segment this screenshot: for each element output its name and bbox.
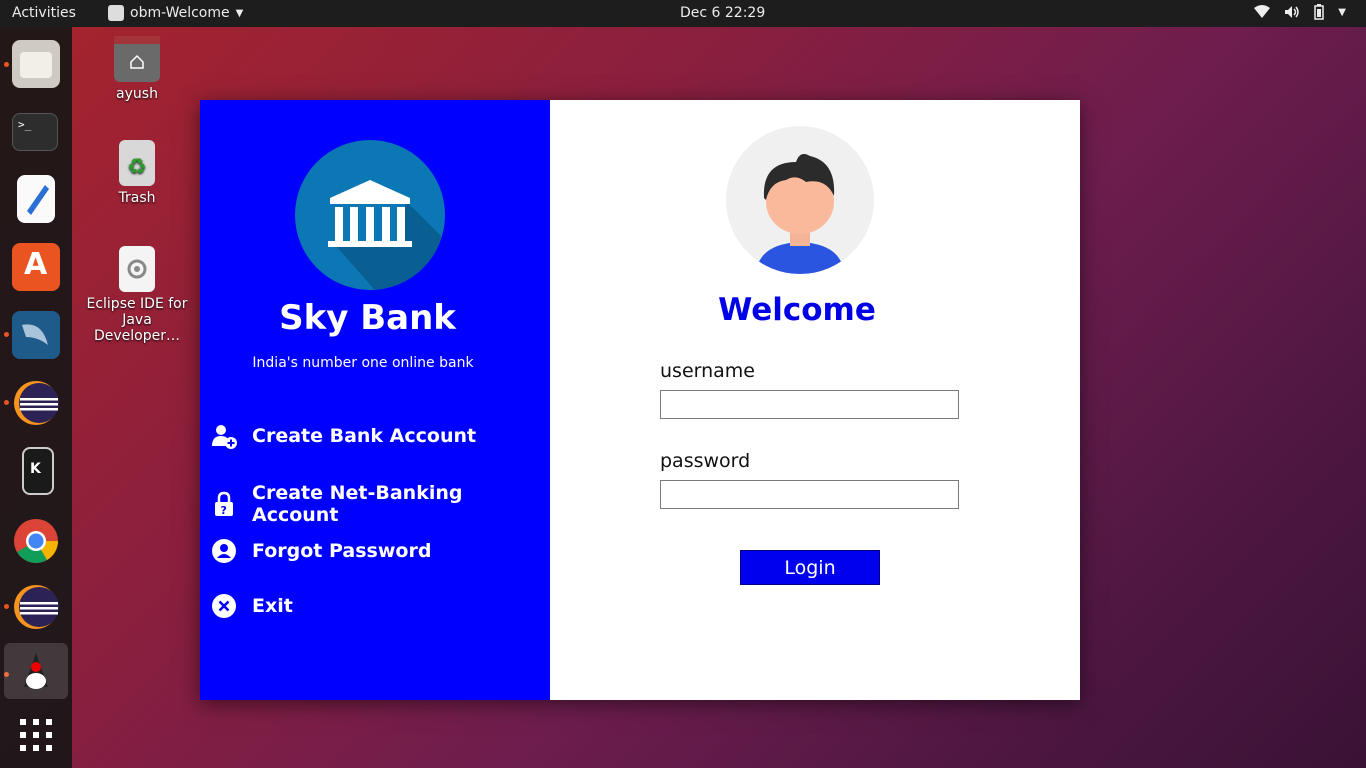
- clock[interactable]: Dec 6 22:29: [680, 5, 765, 21]
- desktop-icon-label-line1: Eclipse IDE for: [86, 296, 188, 312]
- running-indicator: [4, 400, 9, 405]
- menu-item-label: Create Net-Banking Account: [252, 482, 463, 526]
- eclipse-icon[interactable]: [12, 379, 60, 427]
- bank-logo: [295, 140, 445, 290]
- desktop-eclipse-launcher[interactable]: Eclipse IDE for Java Developer…: [77, 246, 197, 344]
- java-app-dock-icon[interactable]: [12, 647, 60, 695]
- create-net-banking-account-button[interactable]: ? Create Net-Banking Account: [210, 482, 550, 526]
- terminal-icon[interactable]: >_: [12, 113, 58, 151]
- sidebar-panel: Sky Bank India's number one online bank …: [200, 100, 550, 700]
- app-window: Sky Bank India's number one online bank …: [200, 100, 1080, 700]
- home-folder-icon: [114, 36, 160, 82]
- forgot-password-button[interactable]: Forgot Password: [210, 537, 431, 565]
- desktop-trash[interactable]: ♻ Trash: [77, 140, 197, 206]
- battery-icon: [1314, 4, 1325, 20]
- bank-building-icon: [328, 180, 445, 290]
- power-menu-caret-icon: ▼: [1338, 6, 1346, 18]
- desktop-icon-label-line2: Java Developer…: [93, 312, 180, 344]
- top-bar: Activities obm-Welcome ▼ Dec 6 22:29 ▼: [0, 0, 1366, 27]
- mysql-workbench-icon[interactable]: [12, 311, 60, 359]
- user-circle-icon: [212, 539, 236, 563]
- menu-item-label: Create Bank Account: [252, 425, 477, 447]
- chevron-down-icon: ▼: [235, 7, 244, 19]
- welcome-heading: Welcome: [718, 292, 876, 328]
- software-center-icon[interactable]: A: [12, 243, 60, 291]
- login-panel: Welcome username password Login: [550, 100, 1080, 700]
- menu-item-label: Exit: [252, 595, 293, 617]
- volume-icon: [1285, 6, 1300, 18]
- running-indicator: [4, 332, 9, 337]
- show-applications-icon[interactable]: [18, 717, 54, 753]
- wifi-icon: [1254, 5, 1271, 18]
- app-menu[interactable]: obm-Welcome ▼: [108, 5, 243, 21]
- running-indicator: [4, 604, 9, 609]
- login-button[interactable]: Login: [740, 550, 880, 585]
- kde-connect-icon[interactable]: K: [22, 447, 54, 495]
- eclipse-launcher-icon: [119, 246, 155, 292]
- avatar-icon: [756, 154, 844, 274]
- bank-name: Sky Bank: [279, 298, 456, 338]
- eclipse-2-icon[interactable]: [12, 583, 60, 631]
- files-icon[interactable]: [12, 40, 60, 88]
- running-indicator: [4, 62, 9, 67]
- close-circle-icon: [212, 594, 236, 618]
- dock: >_ A K: [0, 27, 72, 768]
- svg-text:♻: ♻: [127, 155, 147, 180]
- menu-item-label: Forgot Password: [252, 540, 432, 562]
- exit-button[interactable]: Exit: [210, 592, 293, 620]
- username-input[interactable]: [660, 390, 959, 419]
- desktop-icon-label: ayush: [116, 86, 158, 102]
- username-label: username: [660, 360, 755, 382]
- trash-icon: ♻: [119, 140, 155, 186]
- app-menu-label: obm-Welcome: [130, 5, 230, 21]
- chrome-icon[interactable]: [12, 517, 60, 565]
- desktop-icon-label: Trash: [118, 190, 156, 206]
- lock-question-icon: ?: [215, 491, 233, 517]
- svg-text:?: ?: [221, 504, 227, 517]
- activities-button[interactable]: Activities: [12, 5, 76, 21]
- desktop-home-folder[interactable]: ayush: [77, 36, 197, 102]
- bank-tagline: India's number one online bank: [252, 355, 474, 371]
- add-user-icon: [212, 425, 237, 449]
- java-app-icon: [108, 5, 124, 21]
- create-bank-account-button[interactable]: Create Bank Account: [210, 422, 476, 450]
- user-avatar: [726, 126, 874, 274]
- password-label: password: [660, 450, 751, 472]
- password-input[interactable]: [660, 480, 959, 509]
- system-tray[interactable]: ▼: [1254, 4, 1346, 20]
- text-editor-icon[interactable]: [17, 175, 55, 223]
